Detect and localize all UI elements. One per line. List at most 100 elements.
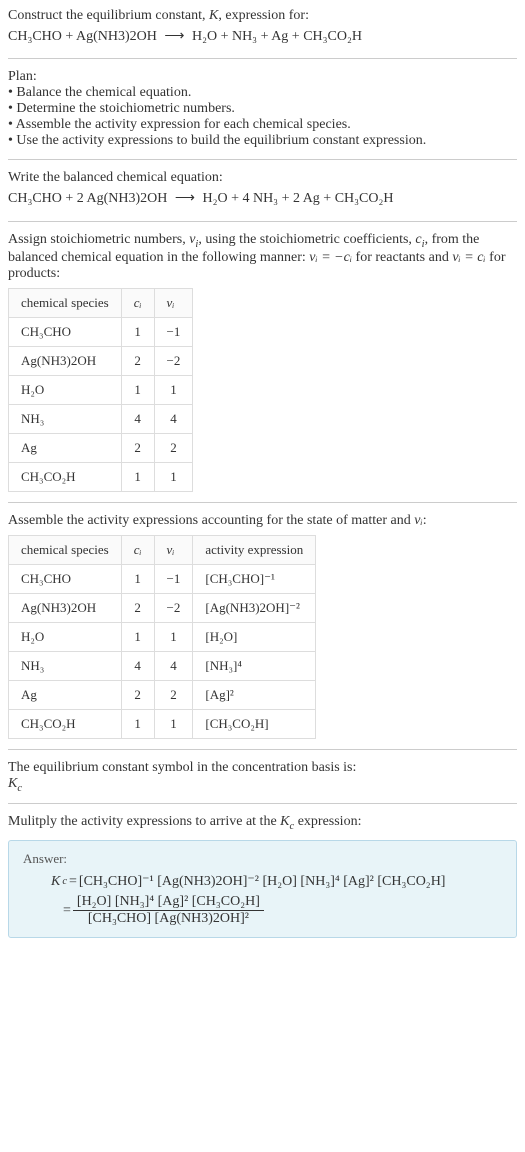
cell-nu: 1 [154, 709, 193, 738]
activity-table: chemical species cᵢ νᵢ activity expressi… [8, 535, 316, 739]
table-row: NH₃44[NH₃]⁴ [9, 651, 316, 680]
answer-content: Kc = [CH₃CHO]⁻¹ [Ag(NH3)2OH]⁻² [H₂O] [NH… [23, 873, 502, 927]
cell-nu: 4 [154, 651, 193, 680]
table-row: CH₃CO₂H11 [9, 462, 193, 491]
table-row: CH₃CO₂H11[CH₃CO₂H] [9, 709, 316, 738]
cell-species: Ag(NH3)2OH [9, 346, 122, 375]
reaction-lhs: CH₃CHO + Ag(NH3)2OH [8, 29, 157, 44]
cell-species: Ag(NH3)2OH [9, 593, 122, 622]
cell-nu: 2 [154, 433, 193, 462]
cell-nu: −1 [154, 317, 193, 346]
cell-c: 2 [121, 346, 154, 375]
text: , using the stoichiometric coefficients, [198, 232, 415, 247]
c-subscript: c [17, 782, 22, 793]
equals: = [63, 903, 71, 919]
text: expression: [294, 814, 361, 829]
table-row: H₂O11[H₂O] [9, 622, 316, 651]
header-c: cᵢ [121, 288, 154, 317]
table-header-row: chemical species cᵢ νᵢ activity expressi… [9, 535, 316, 564]
divider [8, 159, 517, 160]
intro-reaction: CH₃CHO + Ag(NH3)2OH ⟶ H₂O + NH₃ + Ag + C… [8, 26, 517, 48]
activity-desc: Assemble the activity expressions accoun… [8, 513, 517, 529]
intro-line1: Construct the equilibrium constant, K, e… [8, 8, 517, 24]
cell-species: Ag [9, 433, 122, 462]
balanced-rhs: H₂O + 4 NH₃ + 2 Ag + CH₃CO₂H [202, 191, 393, 206]
header-c: cᵢ [121, 535, 154, 564]
header-text: cᵢ [134, 295, 142, 310]
header-text: νᵢ [167, 542, 175, 557]
text: Assemble the activity expressions accoun… [8, 513, 414, 528]
answer-line1: Kc = [CH₃CHO]⁻¹ [Ag(NH3)2OH]⁻² [H₂O] [NH… [51, 873, 502, 890]
cell-nu: 2 [154, 680, 193, 709]
cell-expr: [Ag(NH3)2OH]⁻² [193, 593, 316, 622]
balanced-section: Write the balanced chemical equation: CH… [8, 170, 517, 210]
c-subscript: c [62, 876, 67, 887]
cell-expr: [NH₃]⁴ [193, 651, 316, 680]
cell-nu: 1 [154, 462, 193, 491]
multiply-section: Mulitply the activity expressions to arr… [8, 814, 517, 832]
cell-expr: [CH₃CO₂H] [193, 709, 316, 738]
cell-nu: 4 [154, 404, 193, 433]
cell-c: 2 [121, 680, 154, 709]
equals: = [69, 874, 77, 890]
answer-label: Answer: [23, 851, 502, 867]
stoich-section: Assign stoichiometric numbers, νi, using… [8, 232, 517, 492]
reaction-rhs: H₂O + NH₃ + Ag + CH₃CO₂H [192, 29, 362, 44]
header-text: cᵢ [134, 542, 142, 557]
table-row: NH₃44 [9, 404, 193, 433]
balanced-arrow: ⟶ [171, 188, 199, 210]
balanced-lhs: CH₃CHO + 2 Ag(NH3)2OH [8, 191, 167, 206]
divider [8, 58, 517, 59]
cell-expr: [Ag]² [193, 680, 316, 709]
stoich-table: chemical species cᵢ νᵢ CH₃CHO1−1 Ag(NH3)… [8, 288, 193, 492]
plan-item: Assemble the activity expression for eac… [8, 117, 517, 133]
stoich-desc: Assign stoichiometric numbers, νi, using… [8, 232, 517, 282]
cell-nu: −2 [154, 593, 193, 622]
table-header-row: chemical species cᵢ νᵢ [9, 288, 193, 317]
header-species: chemical species [9, 288, 122, 317]
eq2: νᵢ = cᵢ [452, 250, 485, 265]
cell-c: 1 [121, 462, 154, 491]
basis-symbol: Kc [8, 776, 517, 794]
text: for reactants and [352, 250, 452, 265]
balanced-equation: CH₃CHO + 2 Ag(NH3)2OH ⟶ H₂O + 4 NH₃ + 2 … [8, 188, 517, 210]
denominator: [CH₃CHO] [Ag(NH3)2OH]² [73, 911, 264, 927]
fraction: [H₂O] [NH₃]⁴ [Ag]² [CH₃CO₂H] [CH₃CHO] [A… [73, 894, 264, 927]
cell-c: 2 [121, 593, 154, 622]
cell-species: H₂O [9, 622, 122, 651]
nu-symbol: νᵢ [414, 513, 422, 528]
cell-expr: [H₂O] [193, 622, 316, 651]
cell-species: Ag [9, 680, 122, 709]
cell-species: CH₃CO₂H [9, 709, 122, 738]
cell-species: NH₃ [9, 404, 122, 433]
activity-section: Assemble the activity expressions accoun… [8, 513, 517, 739]
plan-title: Plan: [8, 69, 517, 85]
table-row: Ag22[Ag]² [9, 680, 316, 709]
plan-item: Balance the chemical equation. [8, 85, 517, 101]
text: Mulitply the activity expressions to arr… [8, 814, 280, 829]
k-symbol: K [8, 776, 17, 791]
cell-nu: −2 [154, 346, 193, 375]
table-row: Ag(NH3)2OH2−2 [9, 346, 193, 375]
intro-k: K [209, 8, 218, 23]
cell-c: 1 [121, 709, 154, 738]
cell-species: CH₃CHO [9, 564, 122, 593]
header-species: chemical species [9, 535, 122, 564]
table-row: Ag(NH3)2OH2−2[Ag(NH3)2OH]⁻² [9, 593, 316, 622]
cell-c: 4 [121, 404, 154, 433]
eq1: νᵢ = −cᵢ [309, 250, 352, 265]
cell-nu: 1 [154, 622, 193, 651]
intro-section: Construct the equilibrium constant, K, e… [8, 8, 517, 48]
cell-species: NH₃ [9, 651, 122, 680]
divider [8, 502, 517, 503]
basis-section: The equilibrium constant symbol in the c… [8, 760, 517, 794]
expression: [CH₃CHO]⁻¹ [Ag(NH3)2OH]⁻² [H₂O] [NH₃]⁴ [… [79, 873, 446, 890]
cell-species: CH₃CO₂H [9, 462, 122, 491]
answer-box: Answer: Kc = [CH₃CHO]⁻¹ [Ag(NH3)2OH]⁻² [… [8, 840, 517, 938]
text: Assign stoichiometric numbers, [8, 232, 189, 247]
reaction-arrow: ⟶ [160, 26, 188, 48]
divider [8, 221, 517, 222]
cell-c: 2 [121, 433, 154, 462]
divider [8, 749, 517, 750]
header-nu: νᵢ [154, 535, 193, 564]
